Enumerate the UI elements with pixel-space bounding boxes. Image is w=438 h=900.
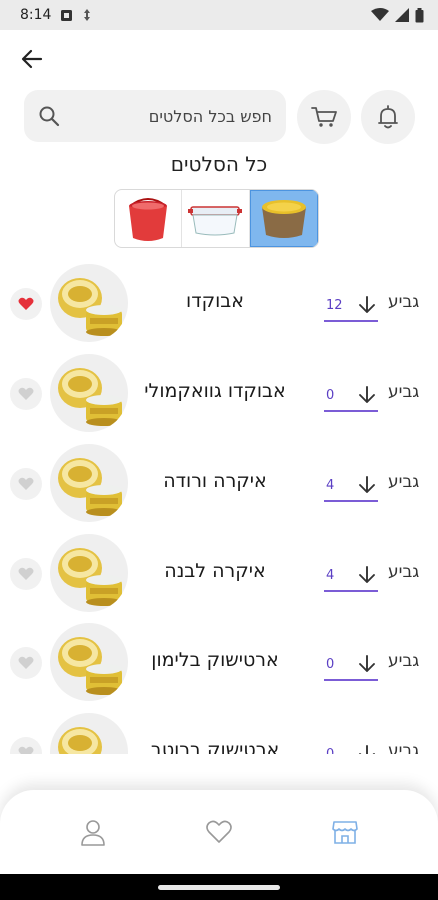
category-tub[interactable] bbox=[249, 190, 318, 247]
favorite-button[interactable] bbox=[10, 647, 42, 679]
unit-label: גביע bbox=[388, 651, 420, 671]
favorite-button[interactable] bbox=[10, 468, 42, 500]
quantity-input[interactable]: 0 bbox=[324, 649, 378, 681]
quantity-input[interactable]: 0 bbox=[324, 380, 378, 412]
nav-profile[interactable] bbox=[63, 807, 123, 857]
arrow-down-icon[interactable] bbox=[358, 385, 376, 405]
quantity-input[interactable]: 0 bbox=[324, 739, 378, 754]
heart-icon bbox=[18, 746, 34, 754]
heart-icon bbox=[18, 656, 34, 669]
tub-icon bbox=[261, 199, 306, 238]
product-name: ארטישוק בלימון bbox=[151, 649, 279, 671]
user-icon bbox=[81, 820, 105, 846]
unit-label: גביע bbox=[388, 562, 420, 582]
data-saver-icon bbox=[84, 9, 91, 21]
cart-button[interactable] bbox=[297, 90, 351, 144]
product-image bbox=[50, 354, 128, 432]
list-item[interactable]: אבוקדו 12 גביע bbox=[0, 262, 438, 352]
list-item[interactable]: ארטישוק ברוטב 0 גביע bbox=[0, 711, 438, 754]
bucket-icon bbox=[129, 197, 168, 241]
product-name: איקרה לבנה bbox=[164, 560, 266, 582]
arrow-down-icon[interactable] bbox=[358, 654, 376, 674]
arrow-down-icon[interactable] bbox=[358, 565, 376, 585]
heart-icon bbox=[18, 297, 34, 310]
unit-label: גביע bbox=[388, 382, 420, 402]
unit-label: גביע bbox=[388, 472, 420, 492]
back-button[interactable] bbox=[14, 44, 50, 74]
unit-label: גביע bbox=[388, 292, 420, 312]
notifications-button[interactable] bbox=[361, 90, 415, 144]
favorite-button[interactable] bbox=[10, 288, 42, 320]
heart-icon bbox=[18, 567, 34, 580]
status-bar: 8:14 bbox=[0, 0, 438, 30]
quantity-value: 4 bbox=[326, 477, 335, 493]
product-image bbox=[50, 713, 128, 754]
page-title: כל הסלטים bbox=[170, 152, 268, 176]
arrow-down-icon[interactable] bbox=[358, 475, 376, 495]
cart-icon bbox=[311, 107, 337, 127]
product-name: איקרה ורודה bbox=[163, 470, 267, 492]
heart-icon bbox=[206, 820, 232, 843]
store-icon bbox=[332, 821, 358, 844]
arrow-left-icon bbox=[21, 49, 43, 69]
list-item[interactable]: ארטישוק בלימון 0 גביע bbox=[0, 621, 438, 711]
quantity-input[interactable]: 4 bbox=[324, 470, 378, 502]
product-image bbox=[50, 444, 128, 522]
quantity-value: 0 bbox=[326, 746, 335, 755]
quantity-value: 4 bbox=[326, 567, 335, 583]
search-icon bbox=[39, 106, 60, 127]
product-image bbox=[50, 264, 128, 342]
nav-store[interactable] bbox=[315, 807, 375, 857]
product-list: אבוקדו 12 גביע אבוקדו גוואקמולי 0 גביע א… bbox=[0, 262, 438, 754]
unit-label: גביע bbox=[388, 741, 420, 754]
category-filter bbox=[114, 189, 319, 248]
list-item[interactable]: איקרה לבנה 4 גביע bbox=[0, 532, 438, 622]
product-name: ארטישוק ברוטב bbox=[150, 739, 280, 754]
quantity-value: 12 bbox=[326, 297, 343, 313]
favorite-button[interactable] bbox=[10, 558, 42, 590]
container-icon bbox=[188, 205, 243, 235]
product-name: אבוקדו גוואקמולי bbox=[144, 380, 286, 402]
list-item[interactable]: איקרה ורודה 4 גביע bbox=[0, 442, 438, 532]
favorite-button[interactable] bbox=[10, 737, 42, 754]
bottom-nav bbox=[0, 790, 438, 874]
search-input[interactable]: חפש בכל הסלטים bbox=[24, 90, 286, 142]
arrow-down-icon[interactable] bbox=[358, 744, 376, 754]
quantity-input[interactable]: 12 bbox=[324, 290, 378, 322]
search-placeholder: חפש בכל הסלטים bbox=[148, 106, 272, 126]
cell-signal-icon bbox=[395, 8, 409, 22]
quantity-value: 0 bbox=[326, 387, 335, 403]
arrow-down-icon[interactable] bbox=[358, 295, 376, 315]
product-image bbox=[50, 534, 128, 612]
nav-favorites[interactable] bbox=[189, 807, 249, 857]
home-gesture-handle[interactable] bbox=[158, 885, 280, 890]
product-image bbox=[50, 623, 128, 701]
category-container[interactable] bbox=[182, 190, 250, 247]
status-time: 8:14 bbox=[20, 7, 52, 23]
favorite-button[interactable] bbox=[10, 378, 42, 410]
heart-icon bbox=[18, 387, 34, 400]
system-navigation-bar bbox=[0, 874, 438, 900]
quantity-value: 0 bbox=[326, 656, 335, 672]
product-name: אבוקדו bbox=[186, 290, 244, 312]
category-bucket[interactable] bbox=[115, 190, 183, 247]
wifi-icon bbox=[371, 8, 389, 21]
notification-icon bbox=[61, 9, 73, 21]
list-item[interactable]: אבוקדו גוואקמולי 0 גביע bbox=[0, 352, 438, 442]
quantity-input[interactable]: 4 bbox=[324, 560, 378, 592]
heart-icon bbox=[18, 477, 34, 490]
bell-icon bbox=[378, 105, 398, 129]
battery-icon bbox=[415, 7, 424, 22]
